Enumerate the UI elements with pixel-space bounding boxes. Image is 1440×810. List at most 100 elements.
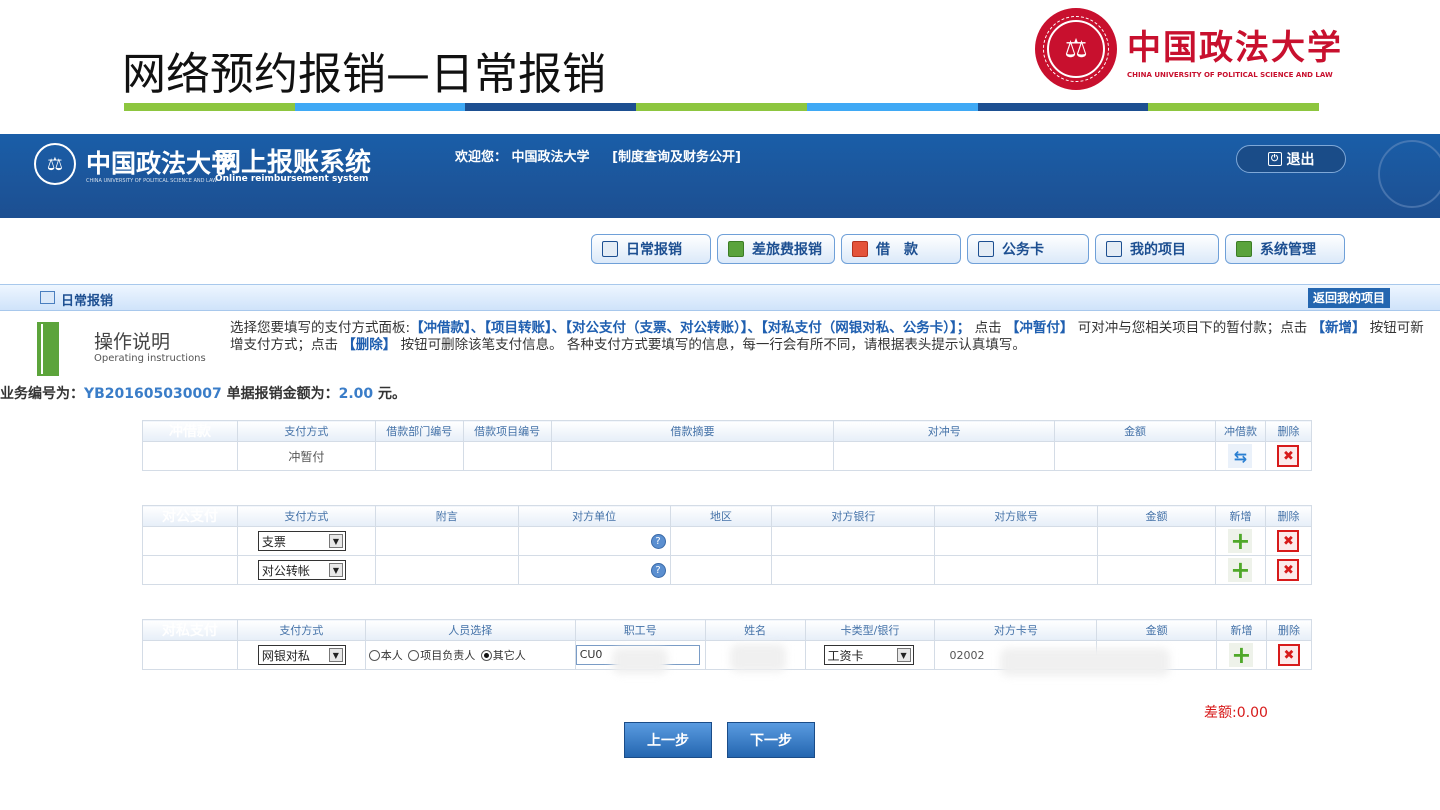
instr-part: 按钮可删除该笔支付信息。 各种支付方式要填写的信息，每一行会有所不同，请根据表头… [396, 337, 1026, 353]
main-nav: 日常报销 差旅费报销 借 款 公务卡 我的项目 系统管理 [591, 234, 1351, 264]
instr-keyword: 【冲借款】、【项目转账】、【对公支付（支票、对公转账）】、【对私支付（网银对私、… [410, 320, 971, 336]
nav-my-projects[interactable]: 我的项目 [1095, 234, 1219, 264]
radio-label: 项目负责人 [420, 649, 476, 662]
nav-label: 日常报销 [626, 242, 682, 258]
select-value: 工资卡 [827, 648, 864, 663]
nav-label: 我的项目 [1130, 242, 1186, 258]
private-panel-label[interactable]: 对私支付 [142, 619, 238, 641]
previous-step-button[interactable]: 上一步 [624, 722, 712, 758]
column-header: 删除 [1265, 619, 1313, 641]
nav-loan[interactable]: 借 款 [841, 234, 961, 264]
column-header: 对冲号 [833, 420, 1056, 442]
dropdown-arrow-icon: ▼ [328, 563, 343, 577]
title-bar-segment [294, 103, 466, 111]
payment-method-select[interactable]: 网银对私 ▼ [257, 645, 346, 665]
payment-method-cell: 冲暂付 [236, 441, 376, 471]
column-header: 金额 [1054, 420, 1216, 442]
nav-area: 日常报销 差旅费报销 借 款 公务卡 我的项目 系统管理 [0, 218, 1440, 278]
system-header: ⚖ 中国政法大学 CHINA UNIVERSITY OF POLITICAL S… [0, 134, 1440, 218]
instr-keyword: 【删除】 [342, 337, 397, 353]
table-row: 支票 ▼ ? + ✖ [142, 526, 1313, 556]
back-to-projects-button[interactable]: 返回我的项目 [1308, 288, 1391, 308]
logout-button[interactable]: ⏻ 退出 [1236, 145, 1346, 173]
column-header: 姓名 [704, 619, 806, 641]
nav-system-admin[interactable]: 系统管理 [1225, 234, 1345, 264]
column-header: 地区 [669, 505, 773, 527]
instr-keyword: 【新增】 [1311, 320, 1366, 336]
policy-link[interactable]: [制度查询及财务公开] [612, 150, 741, 165]
offset-swap-icon[interactable]: ⇆ [1228, 444, 1253, 468]
title-bar-segment [124, 103, 295, 111]
next-step-button[interactable]: 下一步 [727, 722, 815, 758]
radio-other-person[interactable] [480, 649, 492, 661]
nav-travel-reimburse[interactable]: 差旅费报销 [717, 234, 835, 264]
nav-label: 公务卡 [1002, 242, 1044, 258]
nav-official-card[interactable]: 公务卡 [967, 234, 1089, 264]
select-value: 对公转帐 [261, 563, 310, 578]
column-header: 对方卡号 [934, 619, 1098, 641]
redaction-blur [612, 648, 668, 674]
title-bar-segment [465, 103, 637, 111]
title-bar-segment [636, 103, 807, 111]
add-icon[interactable]: + [1229, 643, 1254, 667]
table-row: 对公转帐 ▼ ? + ✖ [142, 555, 1313, 585]
instr-part: 选择您要填写的支付方式面板: [230, 320, 411, 336]
redaction-blur [730, 644, 786, 672]
list-icon [1106, 241, 1122, 257]
amount-unit: 元。 [373, 386, 406, 402]
nav-daily-reimburse[interactable]: 日常报销 [591, 234, 711, 264]
welcome-user: 欢迎您： 中国政法大学 [455, 150, 590, 165]
university-logo: ⚖ 中国政法大学 CHINA UNIVERSITY OF POLITICAL S… [1035, 8, 1343, 90]
select-value: 支票 [261, 534, 286, 549]
section-title: 日常报销 [61, 294, 114, 309]
column-header: 职工号 [574, 619, 706, 641]
column-header: 对方单位 [517, 505, 671, 527]
title-color-bar [124, 103, 1320, 111]
column-header: 金额 [1097, 505, 1216, 527]
column-header: 人员选择 [364, 619, 576, 641]
delete-icon[interactable]: ✖ [1277, 445, 1300, 467]
instructions-text: 选择您要填写的支付方式面板:【冲借款】、【项目转账】、【对公支付（支票、对公转账… [230, 320, 1430, 354]
radio-self[interactable] [368, 649, 380, 661]
nav-label: 系统管理 [1260, 242, 1316, 258]
radio-project-leader[interactable] [408, 649, 420, 661]
loan-icon [852, 241, 868, 257]
column-header: 借款部门编号 [374, 420, 464, 442]
document-icon [602, 241, 618, 257]
payment-method-select[interactable]: 对公转帐 ▼ [257, 560, 346, 580]
header-decoration [1378, 140, 1440, 208]
redaction-blur [1000, 648, 1170, 676]
radio-label: 本人 [380, 649, 403, 662]
university-seal-icon: ⚖ [1035, 8, 1117, 90]
column-header: 借款摘要 [550, 420, 835, 442]
amount-label: 单据报销金额为： [221, 386, 339, 402]
logo-chinese-name: 中国政法大学 [1127, 27, 1343, 68]
instr-keyword: 【冲暂付】 [1005, 320, 1074, 336]
section-bar: 日常报销 返回我的项目 [0, 284, 1440, 311]
column-header: 对方银行 [771, 505, 936, 527]
payment-method-select[interactable]: 支票 ▼ [257, 531, 346, 551]
delete-icon[interactable]: ✖ [1277, 530, 1300, 552]
column-header: 支付方式 [236, 420, 376, 442]
settings-icon [1236, 241, 1252, 257]
offset-panel-label[interactable]: 冲借款 [142, 420, 238, 442]
instr-part: 可对冲与您相关项目下的暂付款；点击 [1073, 320, 1312, 336]
card-type-select[interactable]: 工资卡 ▼ [823, 645, 914, 665]
title-bar-segment [806, 103, 978, 111]
difference-amount: 差额:0.00 [1204, 705, 1268, 721]
select-value: 网银对私 [261, 648, 310, 663]
column-header: 借款项目编号 [462, 420, 552, 442]
column-header: 支付方式 [236, 619, 366, 641]
delete-icon[interactable]: ✖ [1277, 644, 1300, 666]
help-icon[interactable]: ? [650, 533, 666, 549]
add-icon[interactable]: + [1228, 529, 1253, 553]
corporate-panel-label[interactable]: 对公支付 [142, 505, 238, 527]
add-icon[interactable]: + [1228, 558, 1253, 582]
column-header: 冲借款 [1214, 420, 1266, 442]
help-icon[interactable]: ? [650, 562, 666, 578]
section-icon [40, 291, 55, 304]
column-header: 卡类型/银行 [804, 619, 936, 641]
book-icon [37, 322, 59, 376]
delete-icon[interactable]: ✖ [1277, 559, 1300, 581]
column-header: 新增 [1216, 619, 1267, 641]
